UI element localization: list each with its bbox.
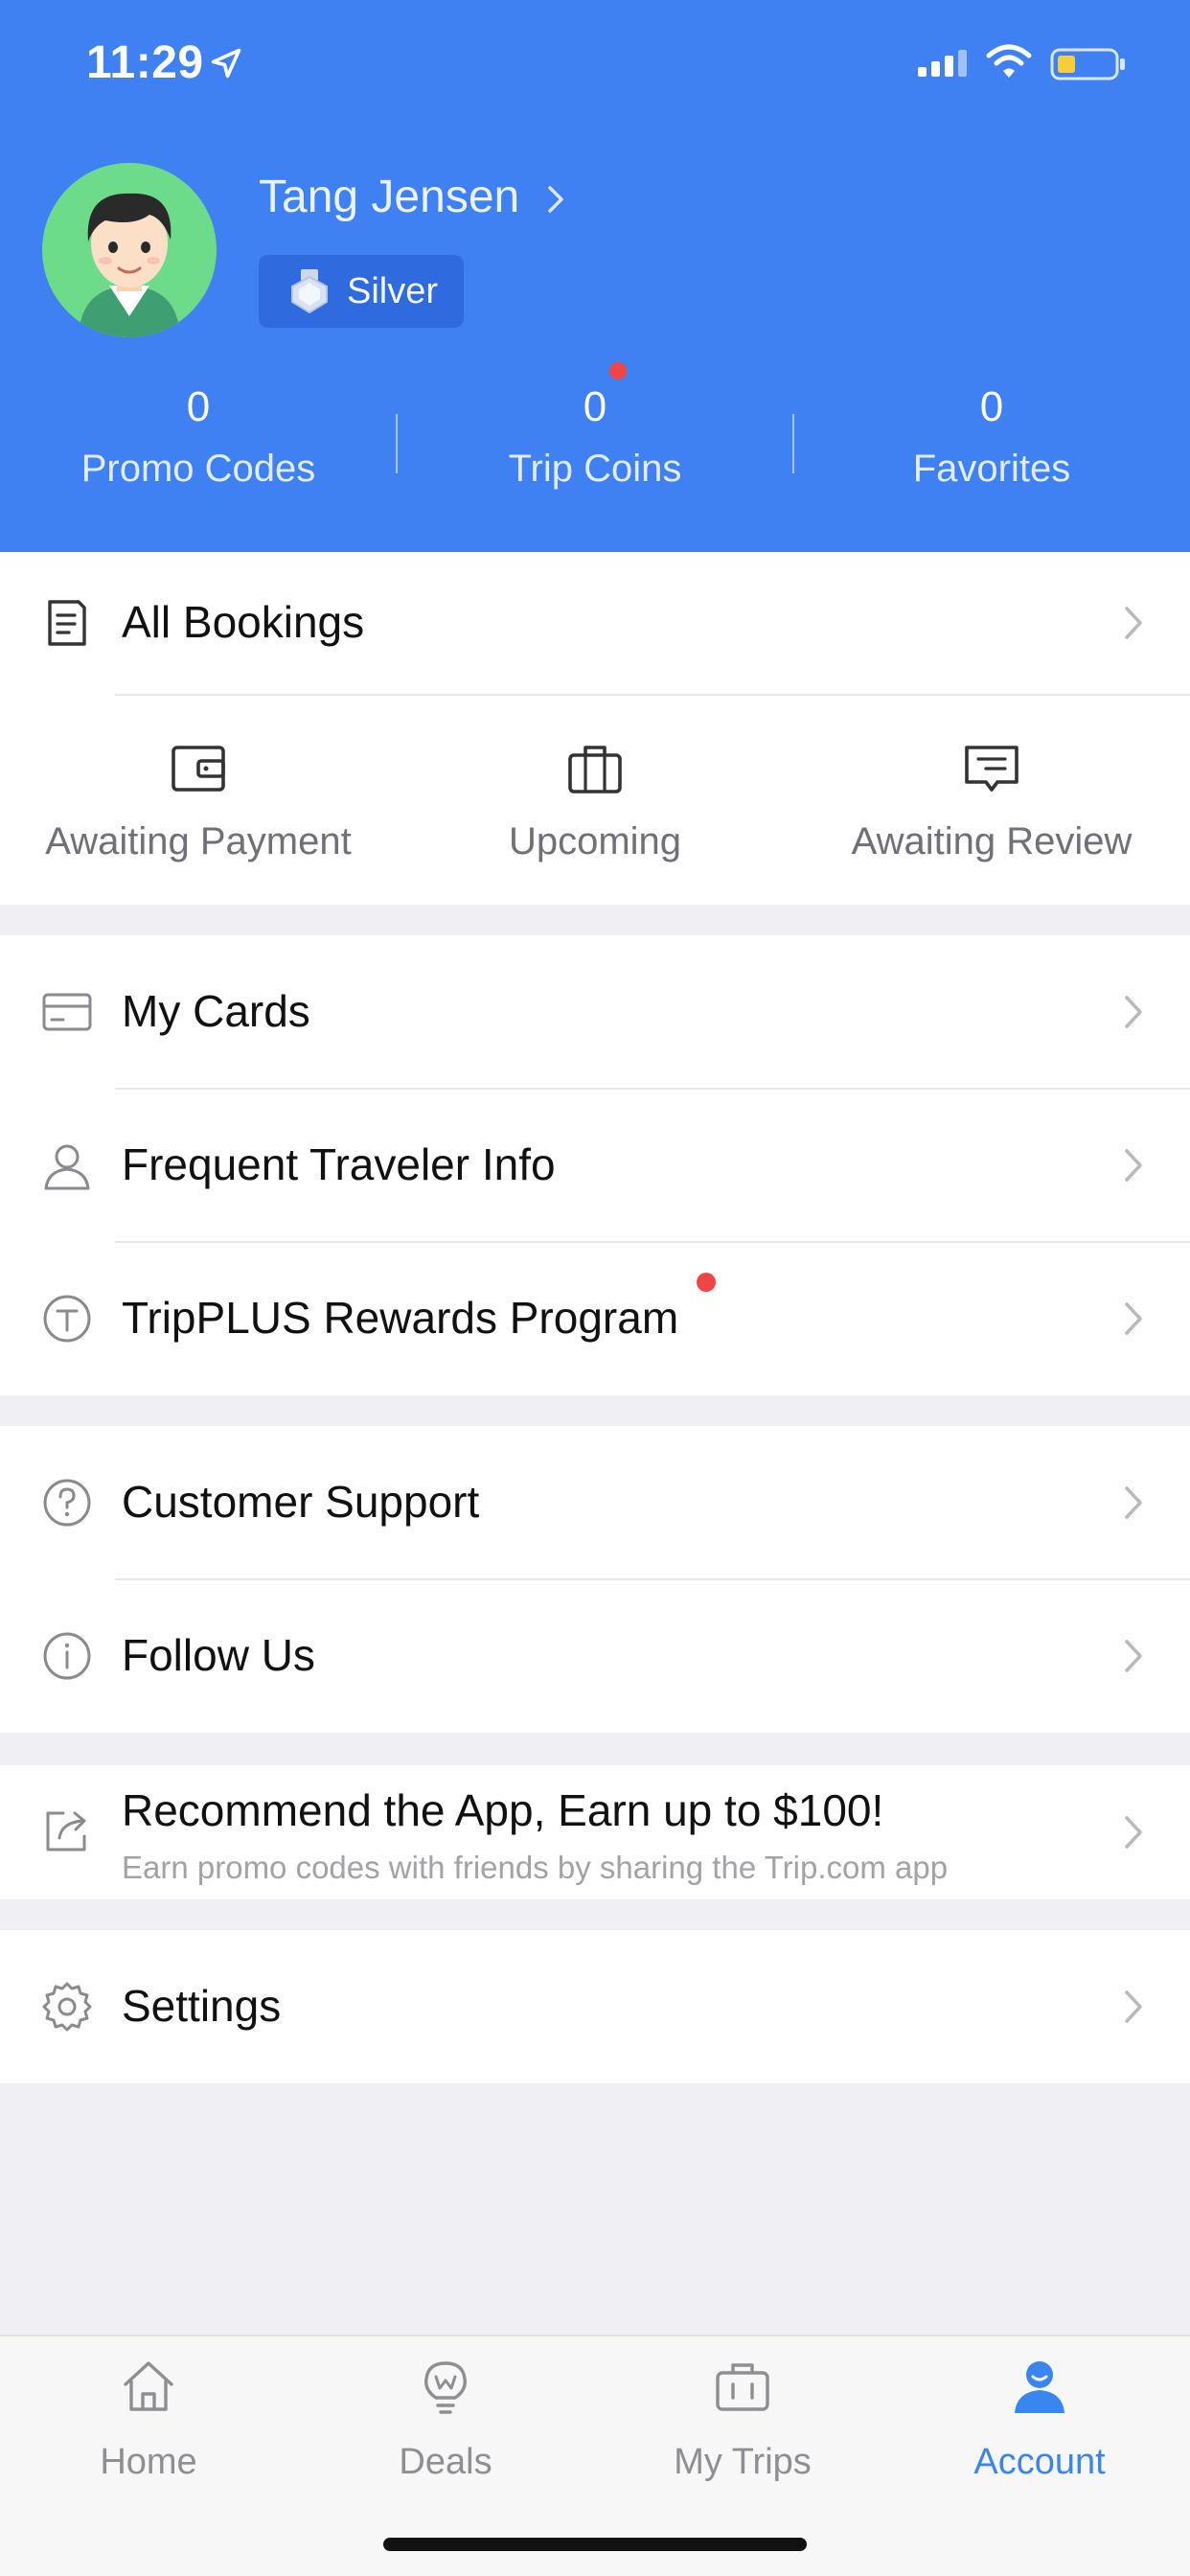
chevron-right-icon (1125, 1302, 1142, 1335)
tab-label: Home (100, 2442, 197, 2482)
share-icon (46, 1811, 86, 1852)
awaiting-payment-label: Awaiting Payment (45, 820, 352, 862)
document-icon (48, 600, 86, 646)
frequent-traveler-row[interactable]: Frequent Traveler Info (0, 1089, 1190, 1242)
silver-medal-icon (291, 269, 328, 314)
stat-promo-codes[interactable]: 0 Promo Codes (0, 379, 397, 495)
recommend-app-row[interactable]: Recommend the App, Earn up to $100! Earn… (0, 1765, 1190, 1899)
stat-divider (792, 414, 794, 473)
all-bookings-row[interactable]: All Bookings (0, 552, 1190, 694)
tab-label: Account (973, 2442, 1106, 2482)
status-time: 11:29 (86, 37, 204, 88)
tripplus-rewards-label: TripPLUS Rewards Program (122, 1293, 679, 1343)
user-name[interactable]: Tang Jensen (259, 171, 519, 223)
chevron-right-icon (1125, 1149, 1142, 1182)
home-icon (124, 2361, 173, 2411)
account-icon (1015, 2361, 1064, 2413)
frequent-traveler-label: Frequent Traveler Info (122, 1139, 556, 1189)
tab-deals[interactable]: Deals (297, 2336, 594, 2509)
stat-favorites[interactable]: 0 Favorites (793, 379, 1190, 495)
my-cards-label: My Cards (122, 986, 310, 1036)
all-bookings-label: All Bookings (122, 597, 365, 647)
account-menu-section: My Cards Frequent Traveler Info TripPLUS… (0, 935, 1190, 1395)
stat-label: Favorites (912, 448, 1071, 490)
tripplus-notification-dot (697, 1273, 716, 1292)
chevron-right-icon[interactable] (542, 182, 569, 217)
tab-my-trips[interactable]: My Trips (594, 2336, 891, 2509)
recommend-app-subtitle: Earn promo codes with friends by sharing… (122, 1850, 949, 1885)
avatar[interactable] (42, 163, 217, 337)
awaiting-review-label: Awaiting Review (851, 820, 1133, 862)
suitcase-icon (568, 746, 622, 794)
briefcase-icon (716, 2363, 769, 2411)
tab-home[interactable]: Home (0, 2336, 297, 2509)
settings-row[interactable]: Settings (0, 1930, 1190, 2083)
chevron-right-icon (1125, 1816, 1142, 1849)
cellular-signal-icon (918, 50, 967, 77)
chevron-right-icon (1125, 996, 1142, 1028)
tab-label: Deals (399, 2442, 492, 2482)
chevron-right-icon (1125, 1990, 1142, 2023)
card-icon (42, 993, 92, 1031)
stat-value: 0 (186, 383, 211, 430)
chevron-right-icon (1125, 1486, 1142, 1519)
info-icon (43, 1632, 91, 1680)
gear-icon (42, 1982, 92, 2032)
bookings-section: All Bookings Awaiting Payment Upcoming A… (0, 552, 1190, 905)
upcoming-label: Upcoming (508, 820, 682, 862)
battery-icon (1050, 48, 1125, 80)
booking-status-shortcuts: Awaiting Payment Upcoming Awaiting Revie… (0, 696, 1190, 905)
my-cards-row[interactable]: My Cards (0, 935, 1190, 1089)
upcoming-button[interactable]: Upcoming (397, 696, 793, 907)
person-icon (44, 1144, 90, 1190)
chevron-right-icon (1125, 1640, 1142, 1672)
follow-us-row[interactable]: Follow Us (0, 1579, 1190, 1733)
stat-value: 0 (979, 383, 1004, 430)
stat-label: Trip Coins (508, 448, 682, 490)
customer-support-row[interactable]: Customer Support (0, 1426, 1190, 1579)
location-arrow-icon (211, 48, 241, 79)
settings-label: Settings (122, 1981, 282, 2031)
customer-support-label: Customer Support (122, 1477, 480, 1527)
lightbulb-icon (424, 2361, 467, 2414)
recommend-app-label: Recommend the App, Earn up to $100! (122, 1785, 884, 1835)
awaiting-payment-button[interactable]: Awaiting Payment (0, 696, 397, 907)
status-bar: 11:29 (0, 0, 1190, 125)
support-section: Customer Support Follow Us (0, 1426, 1190, 1733)
awaiting-review-button[interactable]: Awaiting Review (793, 696, 1190, 907)
wifi-icon (986, 44, 1032, 78)
recommend-section: Recommend the App, Earn up to $100! Earn… (0, 1765, 1190, 1899)
stat-label: Promo Codes (80, 448, 316, 490)
wallet-icon (172, 746, 225, 792)
question-icon (43, 1479, 91, 1527)
membership-level-badge[interactable]: Silver (259, 255, 464, 328)
membership-level-label: Silver (347, 270, 439, 311)
chevron-right-icon (1125, 607, 1142, 639)
follow-us-label: Follow Us (122, 1630, 315, 1680)
trip-coins-notification-dot (609, 362, 627, 380)
stat-divider (396, 414, 398, 473)
stat-value: 0 (583, 383, 607, 430)
avatar-illustration-icon (42, 163, 217, 337)
review-icon (965, 746, 1018, 792)
stats-bar: 0 Promo Codes 0 Trip Coins 0 Favorites (0, 379, 1190, 503)
profile-header: 11:29 Tang Jensen Silver 0 Promo Codes 0… (0, 0, 1190, 552)
home-indicator[interactable] (383, 2538, 807, 2551)
tripplus-rewards-row[interactable]: TripPLUS Rewards Program (0, 1242, 1190, 1395)
tab-account[interactable]: Account (891, 2336, 1188, 2509)
stat-trip-coins[interactable]: 0 Trip Coins (397, 379, 793, 495)
settings-section: Settings (0, 1930, 1190, 2083)
tab-label: My Trips (674, 2442, 812, 2482)
tripplus-icon (43, 1295, 91, 1343)
